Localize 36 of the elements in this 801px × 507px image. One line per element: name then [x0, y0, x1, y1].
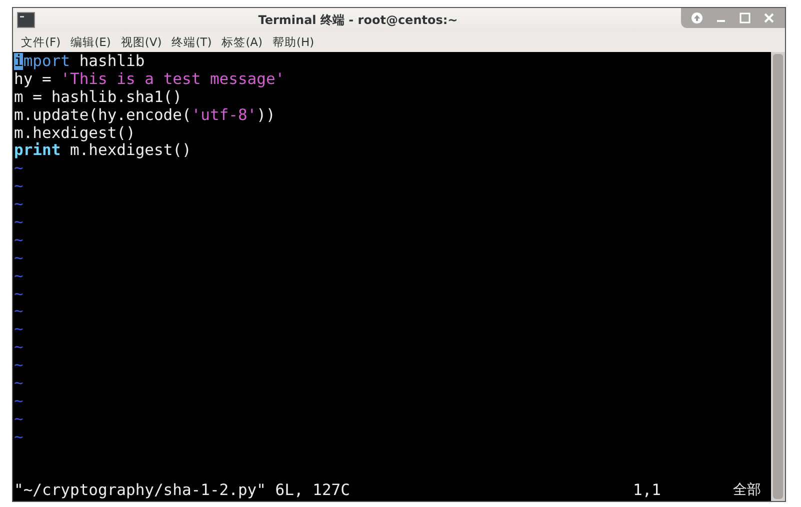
empty-line-marker: ~: [13, 160, 24, 178]
scroll-position: 全部: [733, 481, 762, 499]
empty-line-marker: ~: [13, 214, 24, 232]
code-line: import hashlib: [13, 53, 145, 71]
status-message: "~/cryptography/sha-1-2.py" 6L, 127C: [14, 481, 350, 499]
empty-line-marker: ~: [13, 410, 24, 429]
window-title: Terminal 终端 - root@centos:~: [257, 12, 459, 28]
code-line: m.update(hy.encode('utf-8')): [13, 106, 276, 125]
empty-line-marker: ~: [13, 357, 24, 376]
empty-line-marker: ~: [13, 428, 24, 447]
up-arrow-icon[interactable]: [691, 12, 703, 24]
empty-line-marker: ~: [13, 196, 24, 214]
empty-line-marker: ~: [13, 339, 24, 358]
empty-line-marker: ~: [13, 375, 24, 393]
empty-line-marker: ~: [13, 321, 24, 340]
empty-line-marker: ~: [13, 250, 24, 268]
empty-line-marker: ~: [13, 303, 24, 322]
terminal-icon: [17, 12, 35, 28]
code-line: m = hashlib.sha1(): [13, 88, 182, 107]
menu-item[interactable]: 编辑(E): [70, 34, 111, 50]
empty-line-marker: ~: [13, 286, 24, 304]
empty-line-marker: ~: [13, 232, 24, 250]
menu-item[interactable]: 文件(F): [21, 34, 61, 50]
menu-item[interactable]: 标签(A): [222, 34, 263, 50]
close-icon[interactable]: [763, 12, 775, 24]
menu-item[interactable]: 视图(V): [120, 34, 162, 50]
maximize-icon[interactable]: [739, 12, 751, 24]
empty-line-marker: ~: [13, 392, 24, 411]
menu-item[interactable]: 帮助(H): [272, 34, 314, 50]
menu-item[interactable]: 终端(T): [172, 34, 212, 50]
cursor-position: 1,1: [633, 481, 662, 499]
code-line: hy = 'This is a test message': [13, 70, 285, 89]
empty-line-marker: ~: [13, 268, 24, 286]
code-line: m.hexdigest(): [13, 124, 136, 142]
empty-line-marker: ~: [13, 178, 24, 196]
code-line: print m.hexdigest(): [13, 142, 192, 160]
